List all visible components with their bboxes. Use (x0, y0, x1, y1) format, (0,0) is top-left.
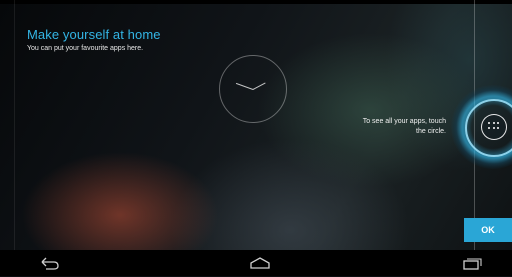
recent-apps-icon (463, 258, 482, 270)
screen-edge-line-left (14, 0, 15, 250)
hint-line-1: To see all your apps, touch (362, 118, 446, 125)
all-apps-hint: To see all your apps, touch the circle. (326, 117, 446, 137)
back-icon (41, 257, 59, 270)
all-apps-button[interactable] (481, 114, 507, 140)
hint-line-2: the circle. (416, 128, 446, 135)
recent-apps-button[interactable] (456, 254, 486, 272)
status-bar (0, 0, 512, 4)
analog-clock-widget[interactable] (219, 55, 287, 123)
home-icon (250, 257, 270, 269)
navigation-bar (0, 250, 512, 276)
clock-hour-hand (252, 82, 266, 90)
ok-button[interactable]: OK (464, 218, 512, 242)
back-button[interactable] (34, 254, 64, 272)
cling-subtitle: You can put your favourite apps here. (27, 45, 144, 52)
cling-title: Make yourself at home (27, 27, 161, 42)
clock-minute-hand (235, 82, 254, 90)
home-button[interactable] (245, 254, 275, 272)
